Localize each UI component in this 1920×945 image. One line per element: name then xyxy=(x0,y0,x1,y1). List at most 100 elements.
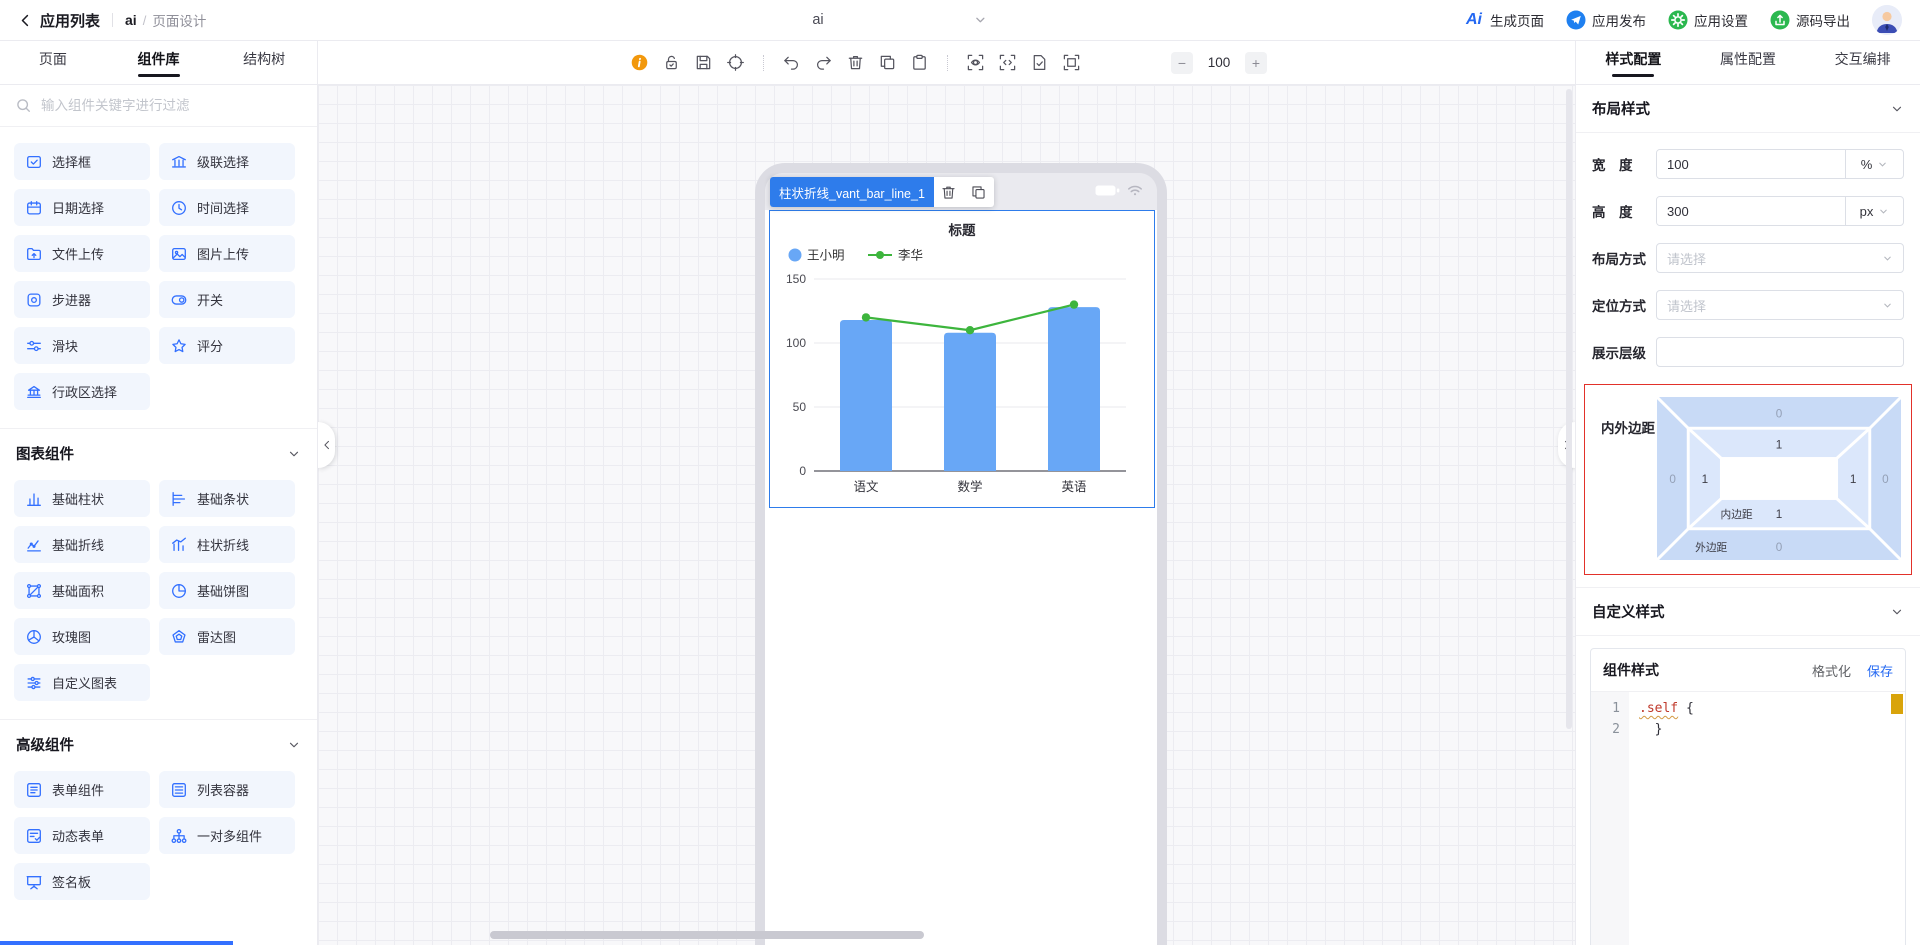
css-code-editor[interactable]: 12 .self { } xyxy=(1591,691,1905,945)
sidebar-group-header[interactable]: 高级组件 xyxy=(0,719,317,767)
component-item-label: 级联选择 xyxy=(197,155,250,170)
component-item[interactable]: 玫瑰图 xyxy=(14,618,150,655)
height-input[interactable] xyxy=(1657,197,1845,225)
component-item[interactable]: 滑块 xyxy=(14,327,150,364)
preview-scan-button[interactable] xyxy=(962,49,989,76)
component-item[interactable]: 基础条状 xyxy=(159,480,295,517)
copy-button[interactable] xyxy=(874,49,901,76)
code-content[interactable]: .self { } xyxy=(1629,692,1905,945)
component-item[interactable]: 开关 xyxy=(159,281,295,318)
component-item[interactable]: 基础柱状 xyxy=(14,480,150,517)
tab-组件库[interactable]: 组件库 xyxy=(106,41,212,84)
zoom-out-button[interactable]: − xyxy=(1171,51,1193,74)
width-input[interactable] xyxy=(1657,150,1845,178)
delete-component-button[interactable] xyxy=(934,177,964,207)
tab-样式配置[interactable]: 样式配置 xyxy=(1576,41,1691,84)
component-item-label: 一对多组件 xyxy=(197,829,263,844)
doc-check-button[interactable] xyxy=(1026,49,1053,76)
margin-bottom-value[interactable]: 0 xyxy=(1776,541,1783,554)
component-item[interactable]: 签名板 xyxy=(14,863,150,900)
margin-top-value[interactable]: 0 xyxy=(1776,408,1783,421)
tab-页面[interactable]: 页面 xyxy=(0,41,106,84)
component-item[interactable]: 时间选择 xyxy=(159,189,295,226)
component-item[interactable]: 步进器 xyxy=(14,281,150,318)
back-button[interactable]: 应用列表 xyxy=(40,10,100,31)
redo-button[interactable] xyxy=(810,49,837,76)
selected-component-name[interactable]: 柱状折线_vant_bar_line_1 xyxy=(770,177,934,207)
component-item[interactable]: 文件上传 xyxy=(14,235,150,272)
target-button[interactable] xyxy=(722,49,749,76)
position-mode-select[interactable]: 请选择 xyxy=(1656,290,1904,320)
component-item[interactable]: 基础饼图 xyxy=(159,572,295,609)
canvas-horizontal-scrollbar[interactable] xyxy=(490,931,924,939)
component-item[interactable]: 级联选择 xyxy=(159,143,295,180)
margin-right-value[interactable]: 0 xyxy=(1882,473,1889,486)
width-unit-select[interactable]: % xyxy=(1845,150,1903,178)
padding-left-value[interactable]: 1 xyxy=(1702,473,1709,486)
paste-button[interactable] xyxy=(906,49,933,76)
tab-属性配置[interactable]: 属性配置 xyxy=(1691,41,1806,84)
code-line[interactable]: } xyxy=(1639,719,1905,740)
zoom-level[interactable]: 100 xyxy=(1199,55,1239,70)
app-publish-button[interactable]: 应用发布 xyxy=(1566,10,1646,30)
code-scan-button[interactable] xyxy=(994,49,1021,76)
tab-结构树[interactable]: 结构树 xyxy=(211,41,317,84)
component-item[interactable]: 日期选择 xyxy=(14,189,150,226)
box-model-widget[interactable]: 0 0 0 0 1 1 1 1 内边距 外边距 xyxy=(1657,395,1901,562)
component-item[interactable]: 基础面积 xyxy=(14,572,150,609)
component-item[interactable]: 行政区选择 xyxy=(14,373,150,410)
padding-right-value[interactable]: 1 xyxy=(1850,473,1857,486)
component-item[interactable]: 动态表单 xyxy=(14,817,150,854)
z-level-input[interactable] xyxy=(1656,337,1904,367)
component-item[interactable]: 柱状折线 xyxy=(159,526,295,563)
component-item[interactable]: 选择框 xyxy=(14,143,150,180)
breadcrumb-separator: / xyxy=(142,12,147,28)
page-title-dropdown[interactable]: ai xyxy=(812,12,987,28)
info-button[interactable] xyxy=(626,49,653,76)
save-button[interactable]: 保存 xyxy=(1867,661,1893,680)
delete-button[interactable] xyxy=(842,49,869,76)
copy-component-button[interactable] xyxy=(964,177,994,207)
height-unit-select[interactable]: px xyxy=(1845,197,1903,225)
tab-交互编排[interactable]: 交互编排 xyxy=(1805,41,1920,84)
width-unit-value: % xyxy=(1860,156,1873,172)
collapse-sidebar-handle[interactable] xyxy=(318,422,335,468)
component-item[interactable]: 雷达图 xyxy=(159,618,295,655)
publish-icon xyxy=(1566,10,1586,30)
back-icon[interactable] xyxy=(18,13,33,28)
margin-left-value[interactable]: 0 xyxy=(1669,473,1676,486)
component-item[interactable]: 列表容器 xyxy=(159,771,295,808)
custom-style-section-header[interactable]: 自定义样式 xyxy=(1576,587,1920,636)
padding-top-value[interactable]: 1 xyxy=(1776,439,1783,452)
layout-mode-select[interactable]: 请选择 xyxy=(1656,243,1904,273)
app-settings-button[interactable]: 应用设置 xyxy=(1668,10,1748,30)
padding-bottom-value[interactable]: 1 xyxy=(1776,508,1783,521)
save-button[interactable] xyxy=(690,49,717,76)
design-canvas[interactable]: 柱状折线_vant_bar_line_1 标题 王小明 李华 0 50 100 150 语文 数… xyxy=(318,85,1575,945)
overview-ruler-marker xyxy=(1891,694,1903,714)
layout-style-section-header[interactable]: 布局样式 xyxy=(1576,85,1920,133)
group-title: 图表组件 xyxy=(16,447,74,463)
frame-select-button[interactable] xyxy=(1058,49,1085,76)
user-avatar[interactable] xyxy=(1872,5,1902,35)
bar-line-chart-component[interactable]: 标题 王小明 李华 0 50 100 150 语文 数学 英语 xyxy=(769,210,1155,508)
sidebar-group-header[interactable]: 图表组件 xyxy=(0,428,317,476)
breadcrumb-app-name[interactable]: ai xyxy=(125,12,137,28)
component-item[interactable]: 自定义图表 xyxy=(14,664,150,701)
search-input[interactable] xyxy=(41,98,302,113)
sidebar-scrollbar[interactable] xyxy=(0,941,233,945)
component-item[interactable]: 一对多组件 xyxy=(159,817,295,854)
active-tab-indicator xyxy=(32,74,74,77)
component-item[interactable]: 基础折线 xyxy=(14,526,150,563)
format-button[interactable]: 格式化 xyxy=(1812,661,1851,680)
undo-button[interactable] xyxy=(778,49,805,76)
zoom-in-button[interactable]: + xyxy=(1245,51,1267,74)
source-export-button[interactable]: 源码导出 xyxy=(1770,10,1850,30)
unlock-button[interactable] xyxy=(658,49,685,76)
component-item[interactable]: 评分 xyxy=(159,327,295,364)
canvas-vertical-scrollbar[interactable] xyxy=(1566,89,1572,729)
generate-page-button[interactable]: Ai 生成页面 xyxy=(1464,10,1544,30)
component-item[interactable]: 图片上传 xyxy=(159,235,295,272)
component-item[interactable]: 表单组件 xyxy=(14,771,150,808)
code-line[interactable]: .self { xyxy=(1639,698,1905,719)
